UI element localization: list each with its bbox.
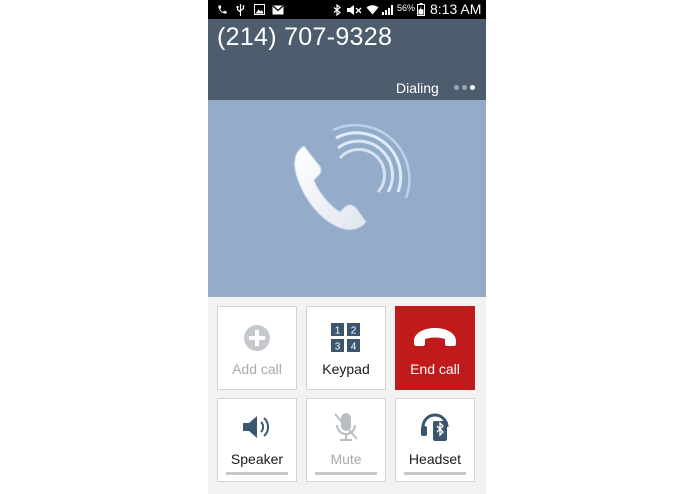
page-dot-active	[470, 85, 475, 90]
keypad-digit: 2	[351, 326, 357, 337]
page-dot	[462, 85, 467, 90]
image-icon	[253, 3, 265, 16]
add-call-label: Add call	[232, 361, 282, 377]
speaker-label: Speaker	[230, 451, 284, 467]
call-status: Dialing	[396, 80, 439, 96]
speaker-icon	[241, 413, 273, 446]
call-animation-area	[208, 100, 486, 297]
keypad-digit: 4	[351, 342, 357, 353]
keypad-button[interactable]: 1 2 3 4 Keypad	[306, 306, 386, 390]
page-dot	[454, 85, 459, 90]
keypad-label: Keypad	[322, 361, 370, 377]
bluetooth-icon	[332, 3, 342, 16]
call-header: (214) 707-9328 Dialing	[208, 19, 486, 100]
mute-button[interactable]: Mute	[306, 398, 386, 482]
phone-number: (214) 707-9328	[217, 23, 393, 51]
headset-label: Headset	[408, 451, 462, 467]
phone-icon	[216, 3, 228, 16]
battery-icon	[416, 3, 426, 16]
page-indicator	[454, 85, 475, 90]
speaker-button[interactable]: Speaker	[217, 398, 297, 482]
end-call-icon	[412, 327, 458, 352]
ringing-handset-icon	[294, 123, 411, 230]
headset-toggle-indicator	[404, 472, 466, 475]
bluetooth-headset-icon	[419, 411, 451, 448]
end-call-button[interactable]: End call	[395, 306, 475, 390]
keypad-digit: 1	[335, 326, 341, 337]
usb-icon	[235, 3, 245, 16]
speaker-toggle-indicator	[226, 472, 288, 475]
headset-button[interactable]: Headset	[395, 398, 475, 482]
mute-icon	[345, 3, 363, 16]
wifi-icon	[366, 3, 379, 16]
email-icon	[272, 3, 284, 16]
battery-percent: 56%	[397, 3, 416, 13]
mute-mic-icon	[332, 411, 360, 448]
status-bar: 56% 8:13 AM	[208, 0, 486, 19]
status-clock: 8:13 AM	[430, 1, 482, 17]
phone-screen: 56% 8:13 AM (214) 707-9328 Dialing Add c…	[208, 0, 486, 494]
keypad-icon: 1 2 3 4	[331, 323, 361, 358]
signal-icon	[381, 3, 395, 16]
mute-label: Mute	[330, 451, 362, 467]
add-call-button[interactable]: Add call	[217, 306, 297, 390]
end-call-label: End call	[410, 361, 460, 377]
add-icon	[242, 323, 272, 358]
mute-toggle-indicator	[315, 472, 377, 475]
keypad-digit: 3	[335, 342, 341, 353]
